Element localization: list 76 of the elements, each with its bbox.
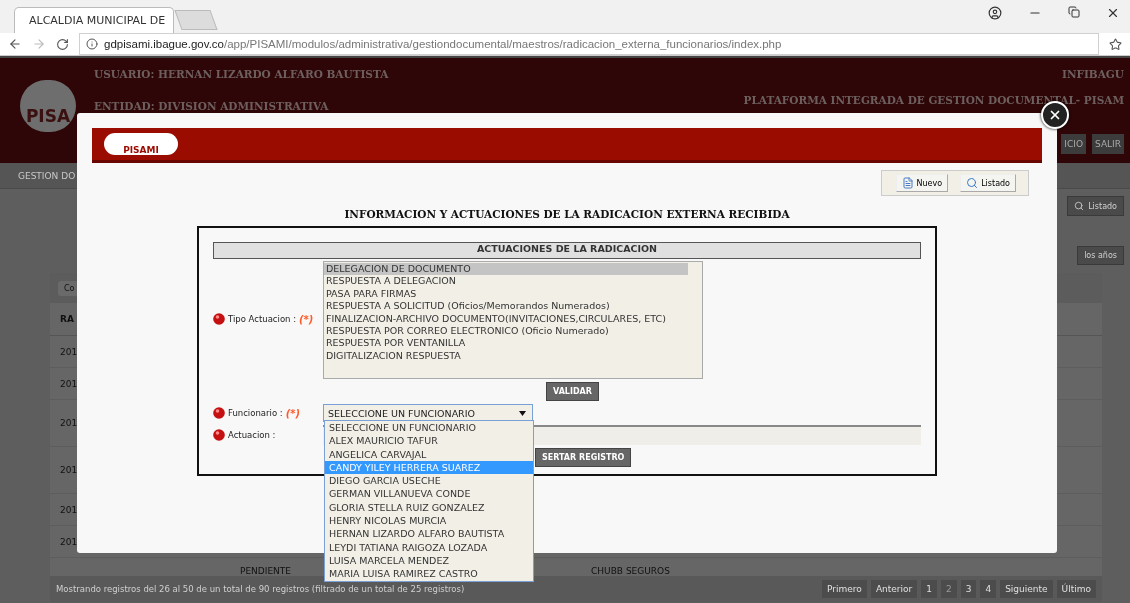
toolbar-button[interactable]: Nuevo <box>895 174 949 192</box>
list-option[interactable]: PASA PARA FIRMAS <box>324 287 688 301</box>
dropdown-option[interactable]: LUISA MARCELA MENDEZ <box>325 553 533 568</box>
dropdown-option[interactable]: HERNAN LIZARDO ALFARO BAUTISTA <box>325 527 533 541</box>
help-icon <box>213 313 225 325</box>
close-icon <box>1048 108 1062 122</box>
close-icon[interactable] <box>1106 6 1120 20</box>
profile-icon[interactable] <box>988 6 1002 20</box>
field-label: Actuacion : <box>228 430 276 440</box>
modal-logo: PISAMI <box>104 133 178 155</box>
dropdown-option[interactable]: SELECCIONE UN FUNCIONARIO <box>325 421 533 435</box>
required-mark: (*) <box>299 313 314 325</box>
table-cell: 201 <box>60 504 78 515</box>
field-label: Funcionario : <box>228 408 283 418</box>
table-cell: 201 <box>60 465 78 475</box>
page-button[interactable]: Primero <box>822 580 867 598</box>
required-mark: (*) <box>285 407 301 419</box>
restore-icon[interactable] <box>1068 6 1080 18</box>
dropdown-option[interactable]: DIEGO GARCIA USECHE <box>325 474 533 488</box>
years-button[interactable]: los años <box>1077 246 1124 265</box>
entity-label: ENTIDAD: DIVISION ADMINISTRATIVA <box>94 100 330 112</box>
page-button[interactable]: 3 <box>960 580 977 598</box>
header-button[interactable]: SALIR <box>1092 134 1124 154</box>
organization-label: INFIBAGU <box>1061 68 1124 80</box>
search-icon <box>1074 201 1085 211</box>
address-field[interactable]: gdpisami.ibague.gov.co/app/PISAMI/modulos/administrativa/gestiondocumental/maestros/radicacion_externa_funcionarios/index.php <box>79 33 1099 55</box>
validate-button[interactable]: VALIDAR <box>546 382 599 401</box>
toolbar-button[interactable]: Listado <box>960 174 1016 192</box>
records-summary: Mostrando registros del 26 al 50 de un total de 90 registros (filtrado de un total de 25 registros) <box>56 584 465 594</box>
star-icon[interactable] <box>1109 37 1122 51</box>
page-button[interactable]: Siguiente <box>1000 580 1053 598</box>
dropdown-option[interactable]: MARIA LUISA RAMIREZ CASTRO <box>325 567 533 581</box>
help-icon <box>213 407 225 419</box>
section-header: ACTUACIONES DE LA RADICACION <box>213 242 921 259</box>
dropdown-option[interactable]: LEYDI TATIANA RAIGOZA LOZADA <box>325 540 533 554</box>
list-option[interactable]: RESPUESTA A DELEGACION <box>324 275 688 288</box>
list-option[interactable]: RESPUESTA POR CORREO ELECTRONICO (Oficio Numerado) <box>324 324 688 338</box>
page-button[interactable]: Último <box>1056 580 1096 598</box>
table-cell: 201 <box>60 536 78 547</box>
user-label: USUARIO: HERNAN LIZARDO ALFARO BAUTISTA <box>94 68 389 80</box>
tab-title: ALCALDIA MUNICIPAL DE <box>29 14 166 27</box>
table-cell: 201 <box>60 378 78 389</box>
dropdown-option[interactable]: ANGELICA CARVAJAL <box>325 447 533 461</box>
list-option[interactable]: RESPUESTA POR VENTANILLA <box>324 337 688 350</box>
page-button[interactable]: 1 <box>921 580 937 598</box>
back-icon[interactable] <box>8 37 22 51</box>
list-option[interactable]: DELEGACION DE DOCUMENTO <box>324 263 688 276</box>
document-icon <box>901 177 914 189</box>
table-cell: 201 <box>60 346 78 357</box>
platform-title: PLATAFORMA INTEGRADA DE GESTION DOCUMENTAL- PISAM <box>743 94 1124 106</box>
browser-tab[interactable]: ALCALDIA MUNICIPAL DE <box>14 7 174 33</box>
dropdown-option[interactable]: GLORIA STELLA RUIZ GONZALEZ <box>325 500 533 515</box>
nav-item[interactable]: GESTION DO <box>18 170 76 181</box>
help-icon <box>213 429 225 441</box>
page-button[interactable]: Anterior <box>870 580 918 598</box>
table-cell: 201 <box>60 418 78 428</box>
dropdown-option[interactable]: HENRY NICOLAS MURCIA <box>325 514 533 528</box>
list-option[interactable]: FINALIZACION-ARCHIVO DOCUMENTO(INVITACIONES,CIRCULARES, ETC) <box>324 312 688 325</box>
action-type-list[interactable] <box>323 261 703 379</box>
list-button[interactable]: Listado <box>1067 196 1124 216</box>
list-option[interactable]: RESPUESTA A SOLICITUD (Oficios/Memorandos Numerados) <box>324 300 688 313</box>
list-option[interactable]: DIGITALIZACION RESPUESTA <box>324 349 688 363</box>
table-cell: CHUBB SEGUROS <box>591 566 670 576</box>
insert-record-button[interactable]: SERTAR REGISTRO <box>535 448 632 467</box>
table-cell: PENDIENTE <box>240 566 292 576</box>
info-icon <box>86 38 98 50</box>
form-title: INFORMACION Y ACTUACIONES DE LA RADICACION EXTERNA RECIBIDA <box>343 208 791 220</box>
dropdown-option[interactable]: GERMAN VILLANUEVA CONDE <box>325 487 533 501</box>
caret-icon <box>519 410 526 416</box>
field-label: Tipo Actuacion : <box>228 314 297 324</box>
header-button[interactable]: ICIO <box>1061 134 1087 154</box>
search-icon <box>966 177 979 189</box>
site-logo: PISA <box>20 80 76 132</box>
page-button[interactable]: 4 <box>980 580 997 598</box>
reload-icon[interactable] <box>56 37 69 51</box>
dropdown-option[interactable]: ALEX MAURICIO TAFUR <box>325 434 533 448</box>
